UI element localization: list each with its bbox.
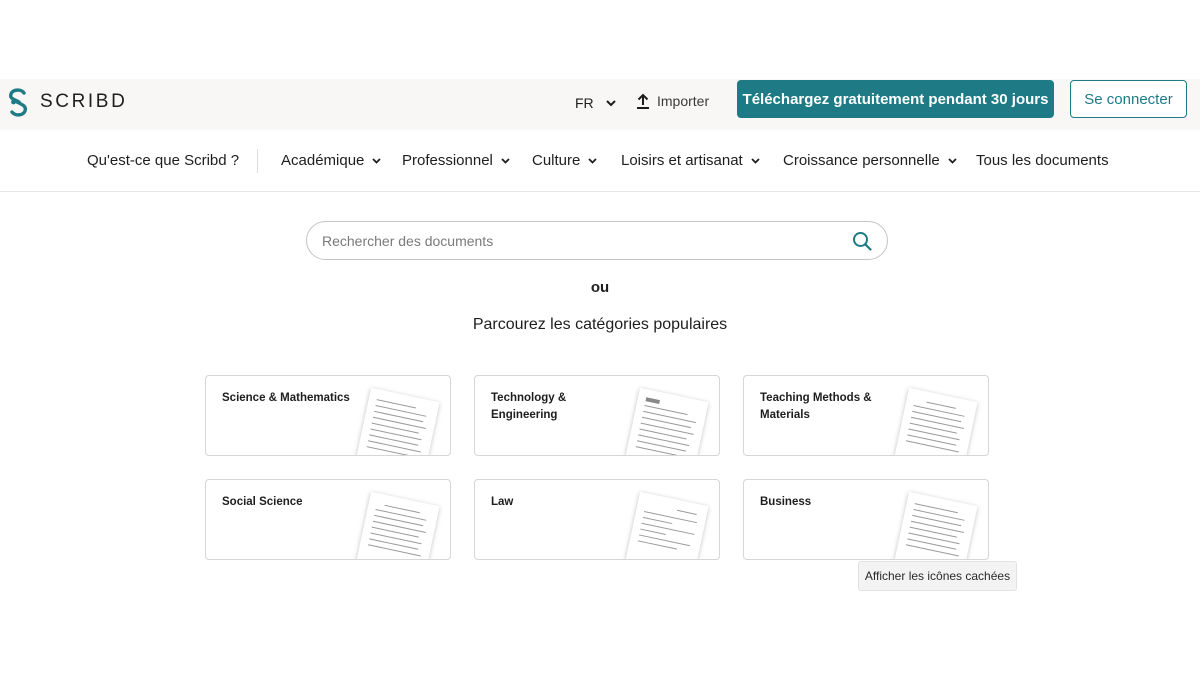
nav-item-culture[interactable]: Culture: [532, 152, 597, 169]
category-card-title: Teaching Methods & Materials: [760, 392, 872, 421]
free-trial-button[interactable]: Téléchargez gratuitement pendant 30 jour…: [737, 80, 1054, 118]
category-card-title: Social Science: [222, 496, 303, 508]
nav-item-label: Tous les documents: [976, 152, 1109, 169]
category-card-social-science[interactable]: Social Science: [205, 479, 451, 560]
category-card-law[interactable]: Law: [474, 479, 720, 560]
category-card-title: Law: [491, 496, 514, 508]
language-label: FR: [575, 95, 594, 111]
nav-item-label: Académique: [281, 152, 365, 169]
document-thumbnail: [890, 491, 978, 559]
nav-item-label: Professionnel: [402, 152, 493, 169]
nav-item-personal-growth[interactable]: Croissance personnelle: [783, 152, 957, 169]
category-card-technology-engineering[interactable]: Technology & Engineering: [474, 375, 720, 456]
nav-item-label: Culture: [532, 152, 581, 169]
nav-item-label: Qu'est-ce que Scribd ?: [87, 152, 240, 169]
nav-item-academic[interactable]: Académique: [281, 152, 382, 169]
nav-divider: [257, 149, 258, 173]
chevron-down-icon: [605, 99, 616, 106]
nav-item-label: Loisirs et artisanat: [621, 152, 743, 169]
category-card-science-mathematics[interactable]: Science & Mathematics: [205, 375, 451, 456]
chevron-down-icon: [588, 157, 597, 164]
upload-label: Importer: [657, 93, 710, 109]
nav-item-all-documents[interactable]: Tous les documents: [976, 152, 1109, 169]
search-box: [306, 221, 888, 260]
chevron-down-icon: [372, 157, 382, 164]
nav-item-hobbies-crafts[interactable]: Loisirs et artisanat: [621, 152, 760, 169]
search-input[interactable]: [322, 232, 822, 249]
document-thumbnail: [890, 387, 978, 455]
category-card-title: Technology & Engineering: [491, 392, 567, 421]
logo-text: SCRIBD: [40, 91, 128, 112]
nav-item-what-is-scribd[interactable]: Qu'est-ce que Scribd ?: [87, 152, 239, 169]
chevron-down-icon: [751, 157, 760, 164]
scribd-logo[interactable]: SCRIBD: [7, 87, 127, 117]
category-card-teaching-methods[interactable]: Teaching Methods & Materials: [743, 375, 989, 456]
document-thumbnail: [621, 387, 709, 455]
hidden-icons-tooltip: Afficher les icônes cachées: [858, 561, 1017, 591]
document-thumbnail: [352, 387, 440, 455]
document-thumbnail: [621, 491, 709, 559]
search-icon: [853, 232, 872, 251]
upload-icon: [637, 93, 649, 109]
document-thumbnail: [352, 491, 440, 559]
scribd-logo-icon: [8, 88, 28, 117]
nav-item-label: Croissance personnelle: [783, 152, 940, 169]
login-button[interactable]: Se connecter: [1070, 80, 1187, 118]
top-bar: SCRIBD FR Importer Téléchargez gratuitem…: [0, 79, 1200, 130]
search-button[interactable]: [852, 231, 872, 256]
category-nav: Qu'est-ce que Scribd ? Académique Profes…: [0, 130, 1200, 192]
upload-button[interactable]: Importer: [636, 93, 709, 109]
chevron-down-icon: [948, 157, 957, 164]
category-card-title: Science & Mathematics: [222, 392, 350, 404]
category-card-title: Business: [760, 496, 812, 508]
browse-categories-title: Parcourez les catégories populaires: [472, 316, 728, 333]
chevron-down-icon: [501, 157, 510, 164]
or-separator: ou: [590, 279, 610, 296]
language-selector[interactable]: FR: [575, 95, 616, 111]
category-card-business[interactable]: Business: [743, 479, 989, 560]
nav-item-professional[interactable]: Professionnel: [402, 152, 510, 169]
